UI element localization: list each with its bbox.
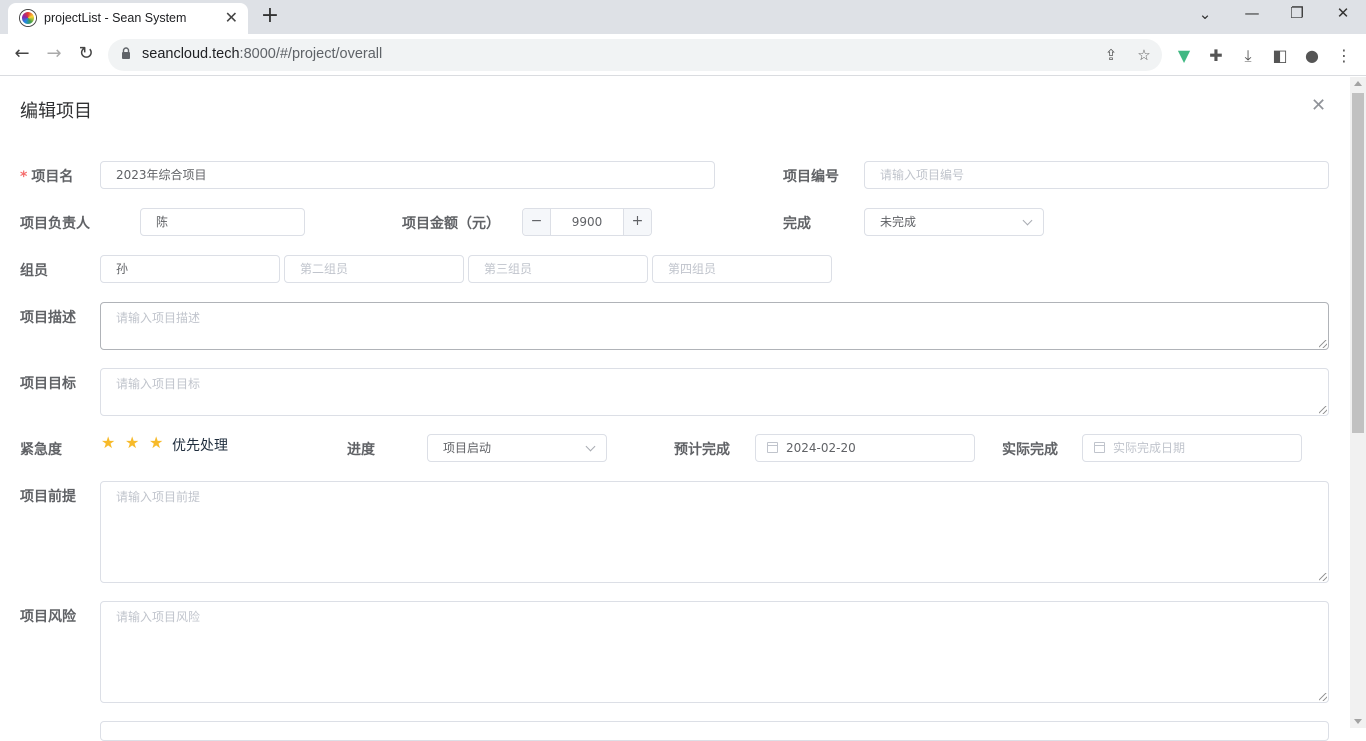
url-text: seancloud.tech:8000/#/project/overall <box>142 46 383 62</box>
project-code-input[interactable]: 请输入项目编号 <box>864 161 1329 189</box>
decrease-button[interactable]: − <box>523 209 551 235</box>
new-tab-icon[interactable]: + <box>258 3 282 28</box>
progress-value: 项目启动 <box>443 441 492 455</box>
next-textarea[interactable] <box>100 721 1329 741</box>
urgency-text: 优先处理 <box>172 438 228 454</box>
lock-icon <box>122 47 130 59</box>
resize-grip-icon[interactable] <box>1319 340 1327 348</box>
resize-grip-icon[interactable] <box>1319 693 1327 701</box>
done-status-value: 未完成 <box>880 215 917 229</box>
menu-kebab-icon[interactable]: ⋮ <box>1333 46 1355 65</box>
resize-grip-icon[interactable] <box>1319 406 1327 414</box>
resize-grip-icon[interactable] <box>1319 573 1327 581</box>
tab-close-icon[interactable]: ✕ <box>225 8 238 27</box>
progress-select[interactable]: 项目启动 <box>427 434 607 462</box>
member-4-input[interactable]: 第四组员 <box>652 255 832 283</box>
calendar-icon <box>767 442 778 453</box>
project-amount-label: 项目金额（元） <box>402 216 500 232</box>
share-icon[interactable]: ⇪ <box>1101 46 1121 64</box>
planned-finish-label: 预计完成 <box>674 442 730 458</box>
side-panel-icon[interactable]: ◧ <box>1269 46 1291 65</box>
required-asterisk: * <box>20 169 28 185</box>
scroll-down-icon[interactable] <box>1354 719 1362 724</box>
back-arrow-icon[interactable]: ← <box>10 43 34 64</box>
chevron-down-icon <box>585 441 596 452</box>
star-icon[interactable]: ★ <box>125 433 139 452</box>
site-favicon-icon <box>20 10 36 26</box>
project-owner-label: 项目负责人 <box>20 216 90 232</box>
page-scrollbar[interactable] <box>1350 77 1366 728</box>
scrollbar-thumb[interactable] <box>1352 93 1364 433</box>
browser-tab[interactable]: projectList - Sean System ✕ <box>8 3 248 34</box>
project-amount-stepper[interactable]: − 9900 + <box>522 208 652 236</box>
project-name-input[interactable]: 2023年综合项目 <box>100 161 715 189</box>
tab-search-chevron-icon[interactable]: ⌄ <box>1193 5 1217 23</box>
planned-finish-datepicker[interactable]: 2024-02-20 <box>755 434 975 462</box>
risk-textarea[interactable]: 请输入项目风险 <box>100 601 1329 703</box>
restore-icon[interactable]: ❐ <box>1285 4 1309 22</box>
done-status-select[interactable]: 未完成 <box>864 208 1044 236</box>
description-textarea[interactable]: 请输入项目描述 <box>100 302 1329 350</box>
premise-textarea[interactable]: 请输入项目前提 <box>100 481 1329 583</box>
extensions-puzzle-icon[interactable]: ✚ <box>1205 46 1227 65</box>
goal-textarea[interactable]: 请输入项目目标 <box>100 368 1329 416</box>
window-close-icon[interactable]: ✕ <box>1331 4 1355 22</box>
vue-devtools-icon[interactable]: ▼ <box>1173 46 1195 65</box>
project-owner-input[interactable]: 陈 <box>140 208 305 236</box>
tab-title: projectList - Sean System <box>44 11 187 25</box>
description-label: 项目描述 <box>20 310 76 326</box>
progress-label: 进度 <box>347 442 375 458</box>
browser-toolbar: ← → ↻ seancloud.tech:8000/#/project/over… <box>0 34 1366 76</box>
edit-project-dialog: 编辑项目 ✕ * 项目名 2023年综合项目 项目编号 请输入项目编号 项目负责人… <box>0 77 1350 741</box>
dialog-title: 编辑项目 <box>20 101 92 122</box>
star-icon[interactable]: ★ <box>101 433 115 452</box>
actual-finish-label: 实际完成 <box>1002 442 1058 458</box>
profile-avatar-icon[interactable]: ● <box>1301 46 1323 65</box>
premise-label: 项目前提 <box>20 489 76 505</box>
goal-label: 项目目标 <box>20 376 76 392</box>
urgency-label: 紧急度 <box>20 442 62 458</box>
member-2-input[interactable]: 第二组员 <box>284 255 464 283</box>
project-code-label: 项目编号 <box>783 169 839 185</box>
browser-tab-bar: projectList - Sean System ✕ + ⌄ — ❐ ✕ <box>0 0 1366 34</box>
amount-value[interactable]: 9900 <box>551 209 623 235</box>
forward-arrow-icon[interactable]: → <box>42 43 66 64</box>
done-status-label: 完成 <box>783 216 811 232</box>
calendar-icon <box>1094 442 1105 453</box>
project-name-label: * 项目名 <box>20 169 74 185</box>
scroll-up-icon[interactable] <box>1354 81 1362 86</box>
chevron-down-icon <box>1022 215 1033 226</box>
member-3-input[interactable]: 第三组员 <box>468 255 648 283</box>
address-bar[interactable]: seancloud.tech:8000/#/project/overall ⇪ … <box>108 39 1162 71</box>
dialog-close-icon[interactable]: ✕ <box>1311 95 1326 116</box>
star-icon[interactable]: ★ <box>149 433 163 452</box>
increase-button[interactable]: + <box>623 209 651 235</box>
actual-finish-datepicker[interactable]: 实际完成日期 <box>1082 434 1302 462</box>
download-icon[interactable]: ⤓ <box>1237 46 1259 66</box>
bookmark-star-icon[interactable]: ☆ <box>1134 46 1154 64</box>
member-1-input[interactable]: 孙 <box>100 255 280 283</box>
reload-icon[interactable]: ↻ <box>74 43 98 64</box>
minimize-icon[interactable]: — <box>1240 4 1264 22</box>
members-label: 组员 <box>20 263 48 279</box>
risk-label: 项目风险 <box>20 609 76 625</box>
